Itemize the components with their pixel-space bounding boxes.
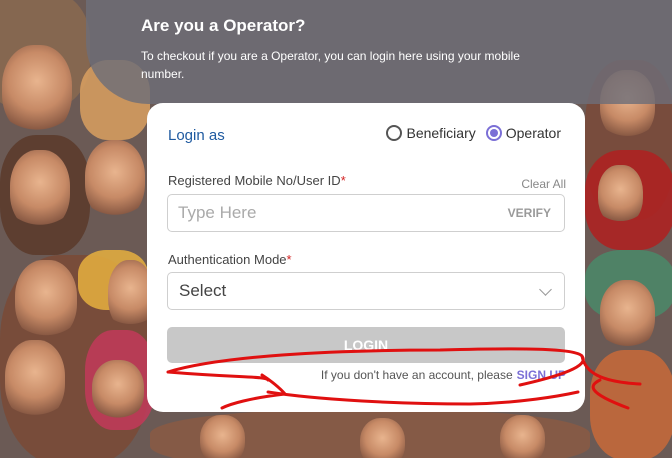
page-subtitle: To checkout if you are a Operator, you c… <box>141 49 520 81</box>
radio-unchecked-icon <box>386 125 403 141</box>
auth-mode-select[interactable]: Select <box>167 272 565 310</box>
role-radio-group: Beneficiary Operator <box>376 125 561 141</box>
radio-operator[interactable]: Operator <box>485 125 561 141</box>
signup-prompt-text: If you don't have an account, please <box>320 368 513 382</box>
signup-prompt: If you don't have an account, please SIGN… <box>321 368 566 382</box>
auth-mode-selected-value: Select <box>179 281 227 300</box>
clear-all-link[interactable]: Clear All <box>521 177 566 191</box>
chevron-down-icon <box>539 283 552 296</box>
mobile-input[interactable] <box>178 195 478 231</box>
required-mark: * <box>340 173 346 188</box>
auth-mode-label: Authentication Mode* <box>168 252 292 267</box>
login-button[interactable]: LOGIN <box>167 327 565 363</box>
required-mark: * <box>286 252 292 267</box>
mobile-field-label: Registered Mobile No/User ID* <box>168 173 346 188</box>
mobile-input-box: VERIFY <box>167 194 565 232</box>
signup-link[interactable]: SIGN UP <box>517 368 566 382</box>
radio-operator-label: Operator <box>505 125 561 141</box>
radio-beneficiary[interactable]: Beneficiary <box>386 125 476 141</box>
page-title: Are you a Operator? <box>141 16 306 35</box>
auth-mode-label-text: Authentication Mode <box>168 252 287 267</box>
radio-checked-icon <box>485 125 502 141</box>
mobile-field-label-text: Registered Mobile No/User ID <box>168 173 341 188</box>
verify-button[interactable]: VERIFY <box>508 206 551 220</box>
login-as-label: Login as <box>168 127 225 144</box>
login-card: Login as Beneficiary Operator Registered… <box>147 103 585 412</box>
radio-beneficiary-label: Beneficiary <box>406 125 476 141</box>
